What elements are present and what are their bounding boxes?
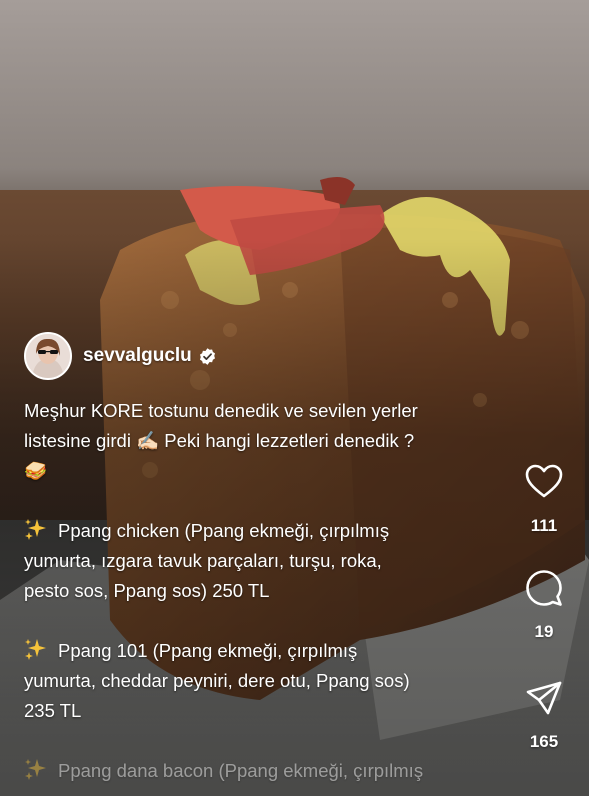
post-caption[interactable]: Meşhur KORE tostunu denedik ve sevilen y… [24, 396, 514, 786]
menu-item-line: yumurta, ızgara tavuk parçaları, turşu, … [24, 550, 382, 571]
caption-line: listesine girdi ✍🏻 Peki hangi lezzetleri… [24, 430, 415, 451]
menu-item-line: Ppang dana bacon (Ppang ekmeği, çırpılmı… [58, 760, 424, 781]
share-button[interactable]: 165 [523, 678, 565, 752]
verified-badge-icon [199, 347, 215, 365]
comment-count: 19 [534, 622, 554, 641]
share-count: 165 [529, 732, 559, 751]
sparkles-icon [25, 639, 46, 660]
post-author[interactable]: sevvalguclu [24, 332, 217, 380]
avatar-image [26, 334, 70, 378]
avatar[interactable] [24, 332, 72, 380]
menu-item-line: pesto sos, Ppang sos) 250 TL [24, 580, 270, 601]
send-icon[interactable] [524, 678, 564, 718]
username[interactable]: sevvalguclu [83, 345, 192, 367]
menu-item: Ppang chicken (Ppang ekmeği, çırpılmış y… [24, 516, 514, 606]
like-button[interactable]: 111 [523, 462, 565, 536]
menu-item-line: yumurta, cheddar peyniri, dere otu, Ppan… [24, 670, 410, 691]
like-count: 111 [530, 516, 558, 535]
caption-line: 🥪 [24, 460, 48, 481]
comment-button[interactable]: 19 [523, 568, 565, 642]
menu-item: Ppang 101 (Ppang ekmeği, çırpılmış yumur… [24, 636, 514, 726]
menu-item: Ppang dana bacon (Ppang ekmeği, çırpılmı… [24, 756, 514, 786]
menu-item-line: Ppang chicken (Ppang ekmeği, çırpılmış [58, 520, 390, 541]
sparkles-icon [25, 759, 46, 780]
comment-icon[interactable] [524, 568, 564, 608]
menu-item-line: 235 TL [24, 700, 82, 721]
sparkles-icon [25, 519, 46, 540]
heart-icon[interactable] [524, 462, 564, 502]
menu-item-line: Ppang 101 (Ppang ekmeği, çırpılmış [58, 640, 358, 661]
caption-line: Meşhur KORE tostunu denedik ve sevilen y… [24, 400, 418, 421]
